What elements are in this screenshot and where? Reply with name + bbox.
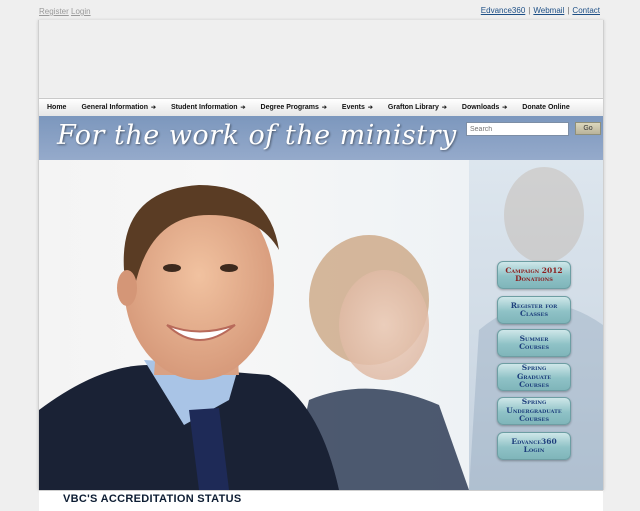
nav-label: Events <box>341 104 365 111</box>
auth-links: Register Login <box>39 7 91 16</box>
webmail-link[interactable]: Webmail <box>533 6 564 15</box>
dropdown-arrow-icon: ➔ <box>502 105 508 111</box>
nav-item-events[interactable]: Events ➔ <box>334 104 380 111</box>
students-illustration <box>39 185 469 490</box>
nav-label: Donate Online <box>522 104 570 111</box>
separator: | <box>528 6 531 15</box>
nav-label: Home <box>47 104 67 111</box>
contact-link[interactable]: Contact <box>572 6 600 15</box>
top-utility-bar: Register Login Edvance360 | Webmail | Contac… <box>0 0 640 18</box>
nav-item-grafton-library[interactable]: Grafton Library ➔ <box>380 104 454 111</box>
spring-graduate-courses-button[interactable]: Spring Graduate Courses <box>497 363 571 391</box>
login-link[interactable]: Login <box>71 7 91 16</box>
utility-links: Edvance360 | Webmail | Contact <box>481 6 600 15</box>
hero-tagline: For the work of the ministry <box>57 120 457 151</box>
register-for-classes-button[interactable]: Register for Classes <box>497 296 571 324</box>
hero-photo <box>39 160 469 490</box>
dropdown-arrow-icon: ➔ <box>150 105 156 111</box>
hero-banner: For the work of the ministry Go Campaign… <box>39 116 603 490</box>
page-frame: Home General Information ➔ Student Inform… <box>38 20 604 511</box>
edvance360-login-button[interactable]: Edvance360 Login <box>497 432 571 460</box>
nav-item-degree-programs[interactable]: Degree Programs ➔ <box>253 104 334 111</box>
nav-item-downloads[interactable]: Downloads ➔ <box>454 104 514 111</box>
search-go-button[interactable]: Go <box>575 122 601 135</box>
spring-undergraduate-courses-button[interactable]: Spring Undergraduate Courses <box>497 397 571 425</box>
dropdown-arrow-icon: ➔ <box>321 105 327 111</box>
register-link[interactable]: Register <box>39 7 69 16</box>
nav-label: Grafton Library <box>387 104 439 111</box>
page-heading: VBC'S ACCREDITATION STATUS <box>63 493 242 505</box>
campaign-donations-button[interactable]: Campaign 2012 Donations <box>497 261 571 289</box>
nav-label: Student Information <box>171 104 238 111</box>
nav-label: Downloads <box>461 104 500 111</box>
dropdown-arrow-icon: ➔ <box>367 105 373 111</box>
nav-label: Degree Programs <box>260 104 319 111</box>
nav-item-student-information[interactable]: Student Information ➔ <box>163 104 253 111</box>
edvance360-link[interactable]: Edvance360 <box>481 6 525 15</box>
header-banner <box>39 20 603 97</box>
nav-item-general-information[interactable]: General Information ➔ <box>73 104 163 111</box>
separator: | <box>567 6 570 15</box>
search-input[interactable] <box>466 122 569 136</box>
nav-item-home[interactable]: Home <box>39 104 73 111</box>
dropdown-arrow-icon: ➔ <box>441 105 447 111</box>
summer-courses-button[interactable]: Summer Courses <box>497 329 571 357</box>
nav-item-donate-online[interactable]: Donate Online <box>514 104 576 111</box>
nav-label: General Information <box>81 104 148 111</box>
search-box: Go <box>466 122 601 136</box>
content-header: VBC'S ACCREDITATION STATUS <box>39 490 603 511</box>
main-nav: Home General Information ➔ Student Inform… <box>39 98 603 117</box>
dropdown-arrow-icon: ➔ <box>240 105 246 111</box>
